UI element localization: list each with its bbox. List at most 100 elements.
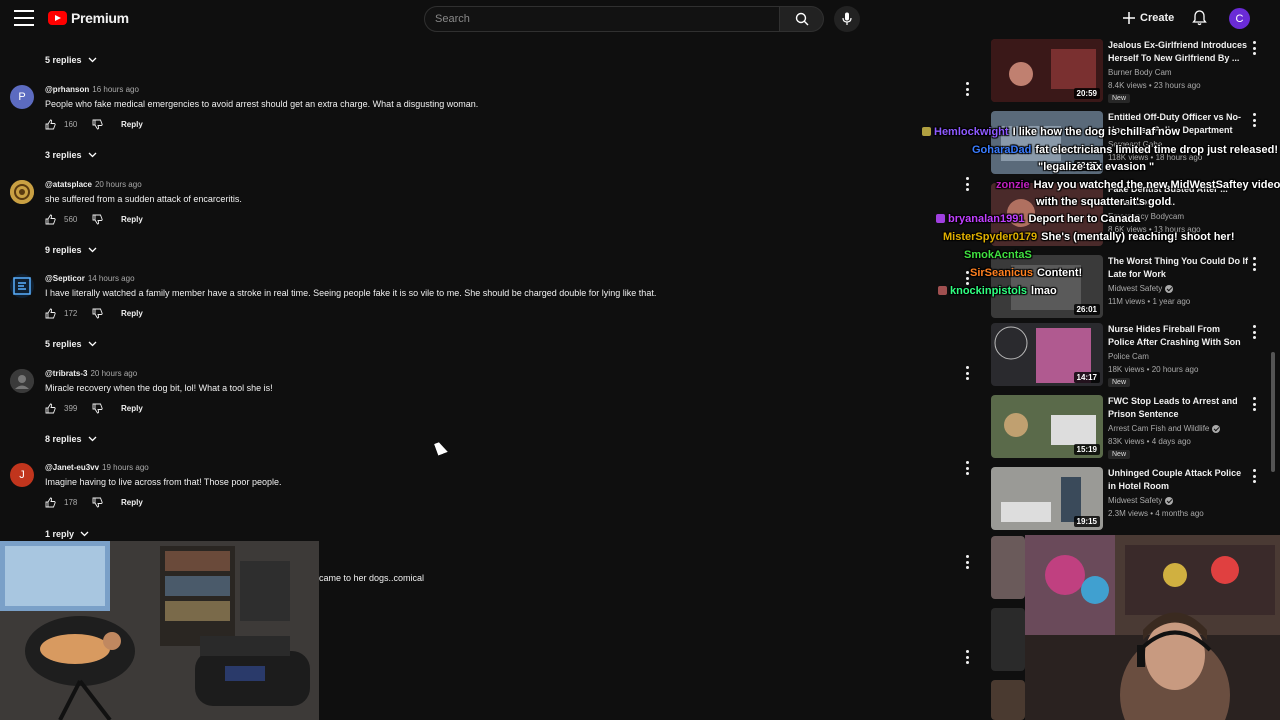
more-options-icon[interactable] <box>1252 397 1256 411</box>
reply-button[interactable]: Reply <box>121 498 143 507</box>
chat-text: Content! <box>1036 267 1083 279</box>
webcam-image <box>1025 535 1280 720</box>
more-options-icon[interactable] <box>965 555 969 569</box>
comment-time[interactable]: 16 hours ago <box>92 85 139 94</box>
chat-username: SmokAcntaS <box>964 249 1032 261</box>
reply-button[interactable]: Reply <box>121 404 143 413</box>
dislike-icon[interactable] <box>92 308 103 319</box>
chat-badge-icon <box>922 127 931 136</box>
comment-text: Miracle recovery when the dog bit, lol! … <box>45 383 273 393</box>
more-options-icon[interactable] <box>1252 41 1256 55</box>
bell-icon <box>1192 10 1207 26</box>
more-options-icon[interactable] <box>965 650 969 664</box>
menu-icon[interactable] <box>14 10 34 26</box>
search-button[interactable] <box>780 6 824 32</box>
replies-toggle[interactable]: 8 replies <box>45 434 97 444</box>
replies-toggle[interactable]: 9 replies <box>45 245 97 255</box>
video-thumbnail[interactable]: 19:15 <box>991 467 1103 530</box>
comment-actions: 178 Reply <box>45 497 143 508</box>
comment-actions: 560 Reply <box>45 214 143 225</box>
comment-meta: @tribrats-3 20 hours ago <box>45 369 137 378</box>
new-badge: New <box>1108 378 1131 387</box>
dislike-icon[interactable] <box>92 214 103 225</box>
avatar[interactable]: J <box>10 463 34 487</box>
like-icon[interactable] <box>45 403 56 414</box>
more-options-icon[interactable] <box>965 366 969 380</box>
recommended-video[interactable]: 15:19 FWC Stop Leads to Arrest and Priso… <box>991 395 1261 463</box>
chat-username: knockinpistols <box>950 285 1028 297</box>
video-channel[interactable]: Burner Body Cam <box>1108 68 1172 77</box>
comment-time[interactable]: 19 hours ago <box>102 463 149 472</box>
like-icon[interactable] <box>45 119 56 130</box>
avatar[interactable] <box>10 180 34 204</box>
recommended-video[interactable]: 19:15 Unhinged Couple Attack Police in H… <box>991 467 1261 535</box>
reply-button[interactable]: Reply <box>121 120 143 129</box>
more-options-icon[interactable] <box>1252 469 1256 483</box>
video-channel[interactable]: Police Cam <box>1108 352 1149 361</box>
video-channel[interactable]: Arrest Cam Fish and Wildlife <box>1108 424 1221 433</box>
channel-name[interactable]: Midwest Safety <box>1108 496 1162 505</box>
comment-author[interactable]: @Janet-eu3vv <box>45 463 99 472</box>
recommended-video[interactable]: 20:59 Jealous Ex-Girlfriend Introduces H… <box>991 39 1261 107</box>
chat-message: zonzie Hav you watched the new MidWestSaf… <box>996 179 1280 191</box>
comment-author[interactable]: @prhanson <box>45 85 89 94</box>
chat-badge-icon <box>938 286 947 295</box>
sidebar-scrollbar[interactable] <box>1271 352 1275 472</box>
like-count: 172 <box>64 309 78 318</box>
comment-actions: 172 Reply <box>45 308 143 319</box>
verified-icon <box>1212 424 1221 433</box>
reply-button[interactable]: Reply <box>121 215 143 224</box>
notifications-button[interactable] <box>1192 10 1207 31</box>
replies-toggle[interactable]: 1 reply <box>45 529 89 539</box>
channel-name[interactable]: Burner Body Cam <box>1108 68 1172 77</box>
replies-toggle[interactable]: 5 replies <box>45 55 97 65</box>
comment-author[interactable]: @atatsplace <box>45 180 92 189</box>
video-title[interactable]: Unhinged Couple Attack Police in Hotel R… <box>1108 467 1248 493</box>
video-title[interactable]: Jealous Ex-Girlfriend Introduces Herself… <box>1108 39 1248 65</box>
channel-name[interactable]: Arrest Cam Fish and Wildlife <box>1108 424 1209 433</box>
video-thumbnail[interactable]: 20:59 <box>991 39 1103 102</box>
replies-toggle[interactable]: 3 replies <box>45 150 97 160</box>
video-duration: 19:15 <box>1073 516 1100 527</box>
more-options-icon[interactable] <box>1252 325 1256 339</box>
video-thumbnail[interactable] <box>991 608 1025 671</box>
reply-button[interactable]: Reply <box>121 309 143 318</box>
avatar[interactable] <box>10 274 34 298</box>
search-input[interactable] <box>424 6 781 32</box>
video-thumbnail[interactable]: 14:17 <box>991 323 1103 386</box>
account-avatar[interactable]: C <box>1229 8 1250 29</box>
video-thumbnail[interactable] <box>991 536 1025 599</box>
comment-author[interactable]: @Septicor <box>45 274 85 283</box>
chat-text: She's (mentally) reaching! shoot her! <box>1041 231 1235 243</box>
dislike-icon[interactable] <box>92 403 103 414</box>
recommended-video[interactable]: 14:17 Nurse Hides Fireball From Police A… <box>991 323 1261 391</box>
comment: @Septicor 14 hours ago I have literally w… <box>10 274 700 344</box>
avatar[interactable]: P <box>10 85 34 109</box>
comment-time[interactable]: 20 hours ago <box>90 369 137 378</box>
dislike-icon[interactable] <box>92 119 103 130</box>
more-options-icon[interactable] <box>965 461 969 475</box>
comment-author[interactable]: @tribrats-3 <box>45 369 87 378</box>
chat-username: bryanalan1991 <box>948 213 1025 225</box>
voice-search-button[interactable] <box>834 6 860 32</box>
channel-name[interactable]: Police Cam <box>1108 352 1149 361</box>
chat-message: SirSeanicus Content! <box>970 267 1082 279</box>
video-title[interactable]: FWC Stop Leads to Arrest and Prison Sent… <box>1108 395 1248 421</box>
like-icon[interactable] <box>45 308 56 319</box>
like-icon[interactable] <box>45 497 56 508</box>
dislike-icon[interactable] <box>92 497 103 508</box>
create-button[interactable]: Create <box>1123 9 1174 27</box>
more-options-icon[interactable] <box>965 82 969 96</box>
replies-toggle[interactable]: 5 replies <box>45 339 97 349</box>
video-channel[interactable]: Midwest Safety <box>1108 496 1174 505</box>
comment-text: Imagine having to live across from that!… <box>45 477 282 487</box>
video-thumbnail[interactable]: 15:19 <box>991 395 1103 458</box>
comment-time[interactable]: 20 hours ago <box>95 180 142 189</box>
chevron-down-icon <box>88 152 96 158</box>
comment-time[interactable]: 14 hours ago <box>88 274 135 283</box>
youtube-premium-logo[interactable]: Premium <box>48 10 129 26</box>
like-icon[interactable] <box>45 214 56 225</box>
video-thumbnail[interactable] <box>991 680 1025 720</box>
video-title[interactable]: Nurse Hides Fireball From Police After C… <box>1108 323 1248 349</box>
avatar[interactable] <box>10 369 34 393</box>
